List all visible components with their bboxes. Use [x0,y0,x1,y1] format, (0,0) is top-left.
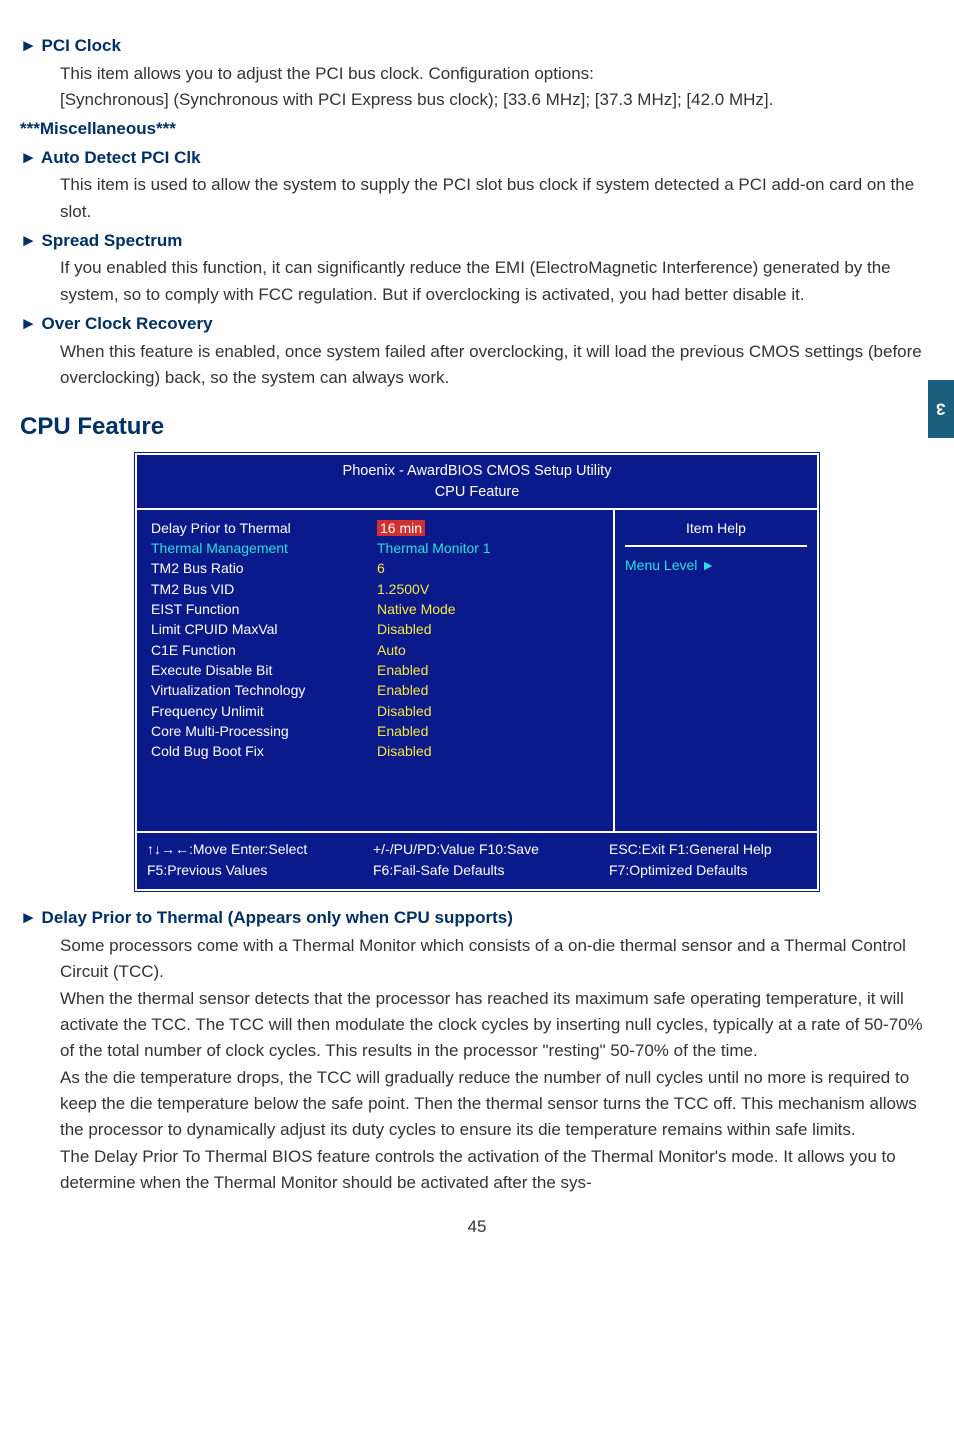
bios-footer-optimized: F7:Optimized Defaults [609,860,807,881]
text-auto-detect: This item is used to allow the system to… [60,172,934,225]
bios-val: 6 [377,558,601,578]
text-delay-p2: When the thermal sensor detects that the… [60,986,934,1065]
bios-val: Enabled [377,721,601,741]
bios-row: C1E FunctionAuto [151,640,601,660]
bios-row: Core Multi-ProcessingEnabled [151,721,601,741]
bios-title: Phoenix - AwardBIOS CMOS Setup Utility C… [137,455,817,508]
bios-title-line1: Phoenix - AwardBIOS CMOS Setup Utility [137,461,817,481]
bios-row: Virtualization TechnologyEnabled [151,680,601,700]
bios-footer-prev: F5:Previous Values [147,860,373,881]
bios-label: TM2 Bus VID [151,579,377,599]
heading-spread-spectrum: ► Spread Spectrum [20,228,934,254]
bios-val: Enabled [377,680,601,700]
bios-row: TM2 Bus Ratio6 [151,558,601,578]
bios-label: TM2 Bus Ratio [151,558,377,578]
heading-miscellaneous: ***Miscellaneous*** [20,116,934,142]
heading-over-clock-recovery: ► Over Clock Recovery [20,311,934,337]
bios-footer: ↑↓→←:Move Enter:Select F5:Previous Value… [137,833,817,889]
bios-row: Thermal ManagementThermal Monitor 1 [151,538,601,558]
chapter-tab: 3 [928,380,954,438]
page-number: 45 [20,1214,934,1240]
bios-val: Disabled [377,701,601,721]
bios-label: Execute Disable Bit [151,660,377,680]
bios-label: Thermal Management [151,538,377,558]
heading-cpu-feature: CPU Feature [20,409,934,445]
bios-label: Cold Bug Boot Fix [151,741,377,761]
bios-footer-move: ↑↓→←:Move Enter:Select [147,839,373,860]
text-pci-clock-2: [Synchronous] (Synchronous with PCI Expr… [60,87,934,113]
text-over-clock-recovery: When this feature is enabled, once syste… [60,339,934,392]
bios-footer-value: +/-/PU/PD:Value F10:Save [373,839,609,860]
bios-row: Delay Prior to Thermal16 min [151,518,601,538]
bios-val: Disabled [377,619,601,639]
bios-label: Core Multi-Processing [151,721,377,741]
bios-row: Execute Disable BitEnabled [151,660,601,680]
bios-label: C1E Function [151,640,377,660]
bios-label: EIST Function [151,599,377,619]
text-delay-p1: Some processors come with a Thermal Moni… [60,933,934,986]
bios-footer-failsafe: F6:Fail-Safe Defaults [373,860,609,881]
bios-val: Enabled [377,660,601,680]
text-delay-p3: As the die temperature drops, the TCC wi… [60,1065,934,1144]
bios-val: Disabled [377,741,601,761]
bios-row: Cold Bug Boot FixDisabled [151,741,601,761]
bios-val: 1.2500V [377,579,601,599]
bios-menu-level: Menu Level ► [625,555,807,576]
text-spread-spectrum: If you enabled this function, it can sig… [60,255,934,308]
bios-label: Virtualization Technology [151,680,377,700]
bios-val: Native Mode [377,599,601,619]
bios-footer-exit: ESC:Exit F1:General Help [609,839,807,860]
heading-delay-prior: ► Delay Prior to Thermal (Appears only w… [20,905,934,931]
text-pci-clock-1: This item allows you to adjust the PCI b… [60,61,934,87]
bios-val: Thermal Monitor 1 [377,538,601,558]
heading-pci-clock: ► PCI Clock [20,33,934,59]
heading-auto-detect: ► Auto Detect PCI Clk [20,145,934,171]
bios-label: Limit CPUID MaxVal [151,619,377,639]
bios-help-title: Item Help [625,518,807,547]
bios-label: Frequency Unlimit [151,701,377,721]
bios-help-panel: Item Help Menu Level ► [615,510,817,832]
bios-screenshot: Phoenix - AwardBIOS CMOS Setup Utility C… [135,453,819,891]
bios-row: Frequency UnlimitDisabled [151,701,601,721]
bios-val: 16 min [377,518,601,538]
bios-label: Delay Prior to Thermal [151,518,377,538]
text-delay-p4: The Delay Prior To Thermal BIOS feature … [60,1144,934,1197]
bios-options-panel: Delay Prior to Thermal16 min Thermal Man… [137,510,615,832]
bios-row: EIST FunctionNative Mode [151,599,601,619]
bios-val: Auto [377,640,601,660]
bios-row: TM2 Bus VID1.2500V [151,579,601,599]
bios-title-line2: CPU Feature [137,482,817,502]
bios-row: Limit CPUID MaxValDisabled [151,619,601,639]
